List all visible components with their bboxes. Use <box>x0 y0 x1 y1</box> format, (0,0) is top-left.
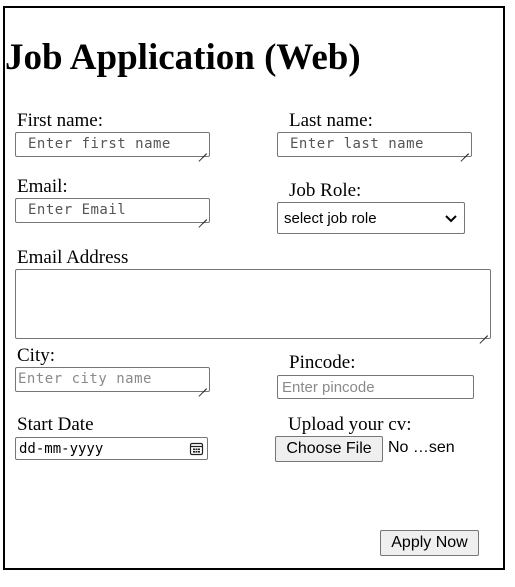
pincode-label: Pincode: <box>289 352 356 373</box>
apply-now-button[interactable]: Apply Now <box>380 530 479 556</box>
email-address-label: Email Address <box>17 247 129 268</box>
choose-file-button[interactable]: Choose File <box>275 436 383 462</box>
first-name-label: First name: <box>17 110 104 131</box>
calendar-icon[interactable] <box>189 441 204 456</box>
city-field[interactable] <box>15 367 210 392</box>
last-name-field[interactable] <box>277 132 472 157</box>
email-address-field[interactable] <box>15 269 491 339</box>
start-date-placeholder: dd-mm-yyyy <box>19 440 104 457</box>
city-label: City: <box>17 345 56 366</box>
file-status-text: No …sen <box>388 439 455 456</box>
email-field[interactable] <box>15 198 210 223</box>
email-label: Email: <box>17 176 68 197</box>
job-role-label: Job Role: <box>289 180 362 201</box>
pincode-input[interactable] <box>277 375 474 399</box>
job-role-selected-value: select job role <box>284 209 377 227</box>
last-name-label: Last name: <box>289 110 373 131</box>
job-role-select[interactable]: select job role <box>277 202 465 234</box>
upload-cv-label: Upload your cv: <box>288 414 412 435</box>
page-title: Job Application (Web) <box>5 37 361 78</box>
start-date-input[interactable]: dd-mm-yyyy <box>15 437 208 460</box>
first-name-field[interactable] <box>15 132 210 157</box>
chevron-down-icon <box>445 215 457 223</box>
start-date-label: Start Date <box>17 414 94 435</box>
